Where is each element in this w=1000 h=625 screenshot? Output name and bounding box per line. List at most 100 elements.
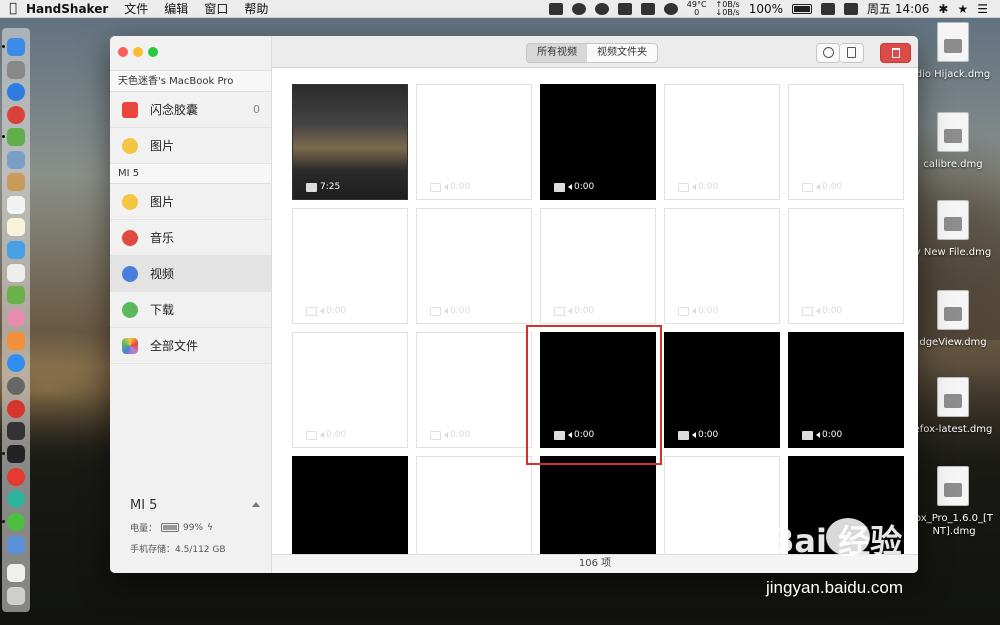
video-tile[interactable]: 0:00: [664, 208, 780, 324]
dropbox-icon[interactable]: [548, 2, 563, 15]
video-tile[interactable]: 0:00: [788, 208, 904, 324]
eject-icon[interactable]: [252, 502, 260, 507]
finder-icon[interactable]: [7, 38, 25, 56]
image-icon[interactable]: [640, 2, 655, 15]
sidebar-item-music[interactable]: 音乐: [110, 220, 271, 256]
display-icon[interactable]: [617, 2, 632, 15]
device-battery-icon: [161, 523, 180, 532]
calendar-icon[interactable]: [7, 196, 25, 214]
video-tile[interactable]: 7:25: [292, 84, 408, 200]
video-tile[interactable]: 0:00: [416, 208, 532, 324]
phone-icon: [847, 47, 856, 58]
vivaldi-icon[interactable]: [7, 400, 25, 418]
computer-name: 天色迷香's MacBook Pro: [110, 70, 271, 92]
android-icon[interactable]: [7, 128, 25, 146]
preview-icon[interactable]: [7, 151, 25, 169]
activity-monitor-icon[interactable]: [7, 422, 25, 440]
app-red-icon[interactable]: [7, 106, 25, 124]
books-icon[interactable]: [7, 332, 25, 350]
dmg-file-icon: [937, 112, 969, 152]
view-switcher: 所有视频 视频文件夹: [526, 43, 658, 63]
battery-label: 电量：: [130, 524, 158, 534]
temp-sub: 0: [694, 7, 700, 17]
video-tile[interactable]: 0:00: [416, 332, 532, 448]
maps-icon[interactable]: [7, 286, 25, 304]
desktop-file[interactable]: efox-latest.dmg: [908, 377, 998, 436]
wechat-icon[interactable]: [594, 2, 609, 15]
device-info: MI 5 电量： 99% ϟ 手机存储：4.5/112 GB: [130, 498, 260, 555]
tab-all-videos[interactable]: 所有视频: [527, 44, 587, 62]
export-button[interactable]: [840, 43, 864, 63]
desktop-file[interactable]: calibre.dmg: [908, 112, 998, 171]
tab-video-folders[interactable]: 视频文件夹: [587, 44, 657, 62]
document-app-icon[interactable]: [7, 536, 25, 554]
video-tile[interactable]: 0:00: [664, 332, 780, 448]
search-app-icon[interactable]: [7, 241, 25, 259]
trash-icon[interactable]: [7, 587, 25, 605]
clock[interactable]: 周五 14:06: [867, 0, 929, 17]
menu-help[interactable]: 帮助: [244, 0, 268, 17]
minimize-window-button[interactable]: [133, 47, 143, 57]
video-tile[interactable]: 0:00: [788, 84, 904, 200]
sidebar-item-downloads[interactable]: 下载: [110, 292, 271, 328]
launchpad-icon[interactable]: [7, 61, 25, 79]
bluetooth-icon[interactable]: ✱: [938, 2, 948, 16]
sidebar-item-count: 0: [253, 103, 260, 116]
list-icon[interactable]: ☰: [977, 2, 988, 16]
app-store-icon[interactable]: [7, 354, 25, 372]
dmg-file-icon: [937, 200, 969, 240]
terminal-icon[interactable]: [7, 445, 25, 463]
video-tile[interactable]: 0:00: [540, 84, 656, 200]
video-tile[interactable]: 0:00: [416, 84, 532, 200]
menu-edit[interactable]: 编辑: [164, 0, 188, 17]
input-method-icon[interactable]: [821, 2, 835, 15]
desktop-file[interactable]: y New File.dmg: [908, 200, 998, 259]
sidebar-item-all-files[interactable]: 全部文件: [110, 328, 271, 364]
downloads-stack-icon[interactable]: [7, 564, 25, 582]
photos-icon[interactable]: [7, 309, 25, 327]
desktop-file[interactable]: dio Hijack.dmg: [908, 22, 998, 81]
reminders-icon[interactable]: [7, 264, 25, 282]
star-icon[interactable]: ★: [957, 2, 968, 16]
network-readout[interactable]: ↑0B/s ↓0B/s: [716, 0, 740, 17]
battery-percent[interactable]: 100%: [749, 2, 783, 16]
apple-icon[interactable]: : [0, 1, 26, 16]
video-tile[interactable]: 0:00: [292, 332, 408, 448]
history-button[interactable]: [816, 43, 840, 63]
sidebar-item-computer-photos[interactable]: 图片: [110, 128, 271, 164]
photos-icon: [122, 137, 138, 154]
system-prefs-icon[interactable]: [7, 377, 25, 395]
duration-text: 0:00: [574, 182, 595, 192]
battery-icon[interactable]: [792, 3, 812, 14]
wechat-dock-icon[interactable]: [7, 513, 25, 531]
wifi-icon[interactable]: [663, 2, 678, 15]
sidebar-item-flash-capsule[interactable]: 闪念胶囊 0: [110, 92, 271, 128]
menu-app-name[interactable]: HandShaker: [26, 2, 108, 16]
video-tile[interactable]: [540, 456, 656, 554]
video-tile[interactable]: 0:00: [292, 208, 408, 324]
speaker-icon: [816, 184, 820, 190]
safari-icon[interactable]: [7, 83, 25, 101]
video-tile[interactable]: 0:00: [540, 208, 656, 324]
video-camera-icon: [802, 430, 813, 440]
delete-button[interactable]: [880, 43, 911, 63]
menu-window[interactable]: 窗口: [204, 0, 228, 17]
contacts-icon[interactable]: [7, 173, 25, 191]
close-window-button[interactable]: [118, 47, 128, 57]
sync-app-icon[interactable]: [7, 490, 25, 508]
netease-music-icon[interactable]: [7, 468, 25, 486]
menu-file[interactable]: 文件: [124, 0, 148, 17]
video-tile[interactable]: 0:00: [664, 84, 780, 200]
notes-icon[interactable]: [7, 218, 25, 236]
zoom-window-button[interactable]: [148, 47, 158, 57]
video-camera-icon: [678, 182, 689, 192]
desktop-file[interactable]: dgeView.dmg: [908, 290, 998, 349]
temperature-readout[interactable]: 49°C 0: [687, 0, 707, 17]
video-tile[interactable]: 0:00: [788, 332, 904, 448]
sidebar-item-videos[interactable]: 视频: [110, 256, 271, 292]
video-tile[interactable]: [416, 456, 532, 554]
location-icon[interactable]: [571, 2, 586, 15]
video-tile[interactable]: [292, 456, 408, 554]
sync-icon[interactable]: [844, 2, 858, 15]
sidebar-item-photos[interactable]: 图片: [110, 184, 271, 220]
